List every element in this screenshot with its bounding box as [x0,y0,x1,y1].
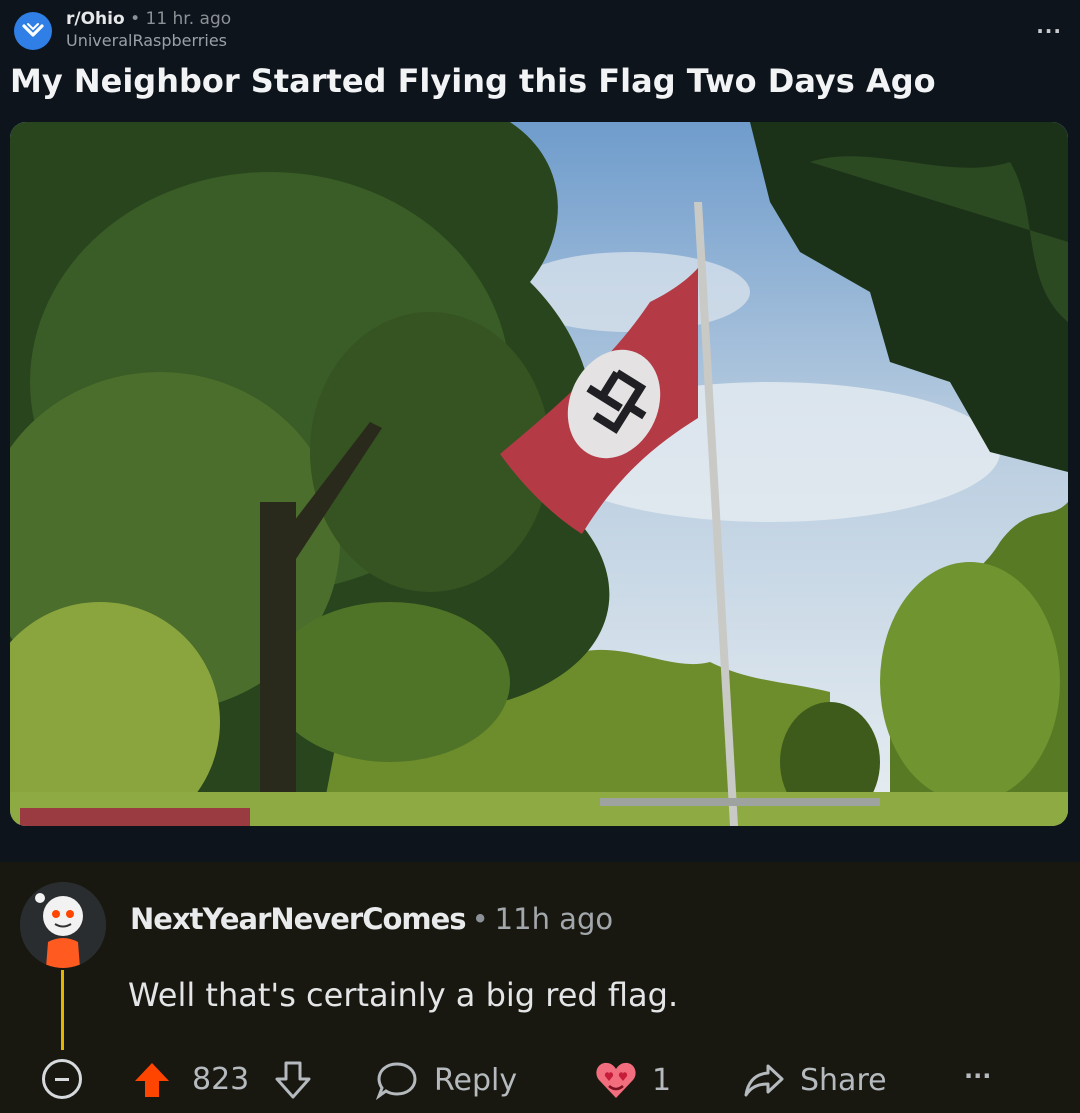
comment-score: 823 [192,1062,250,1097]
speech-bubble-icon [376,1062,417,1100]
thread-line[interactable] [61,970,64,1050]
share-button[interactable]: Share [742,1060,887,1100]
downvote-button[interactable] [274,1060,312,1100]
post-more-options-button[interactable]: ... [1036,14,1062,38]
post-age: 11 hr. ago [145,9,232,29]
post-author[interactable]: UniveralRaspberries [66,30,231,52]
award-count: 1 [652,1062,672,1098]
comment: NextYearNeverComes • 11h ago Well that's c… [0,862,1080,1113]
downvote-arrow-icon [275,1061,311,1099]
reply-label: Reply [434,1062,518,1098]
subreddit-name[interactable]: r/Ohio [66,9,125,29]
share-label: Share [800,1062,887,1098]
comment-age: 11h ago [494,902,614,936]
heart-eyes-award-icon [596,1062,636,1098]
post-meta: r/Ohio • 11 hr. ago UniveralRaspberries [66,9,232,52]
post-video[interactable] [10,122,1068,826]
minus-circle-icon[interactable] [42,1059,82,1099]
post-title[interactable]: My Neighbor Started Flying this Flag Two… [10,62,936,100]
comment-more-options-button[interactable]: ... [964,1056,991,1084]
share-arrow-icon [744,1064,784,1097]
award-button[interactable]: 1 [594,1060,671,1100]
video-frame [10,122,1068,826]
comment-actions-bar: 823 Reply 1 Share ... [0,1052,1080,1112]
upvote-button[interactable] [132,1060,172,1100]
comment-body: Well that's certainly a big red flag. [128,976,679,1014]
reply-button[interactable]: Reply [376,1060,517,1100]
comment-header: NextYearNeverComes • 11h ago [130,902,614,936]
commenter-avatar[interactable] [20,882,106,968]
comment-username[interactable]: NextYearNeverComes [130,902,467,936]
post-card[interactable]: r/Ohio • 11 hr. ago UniveralRaspberries … [0,0,1080,862]
subreddit-icon[interactable] [14,12,52,50]
upvote-arrow-icon [135,1063,169,1097]
